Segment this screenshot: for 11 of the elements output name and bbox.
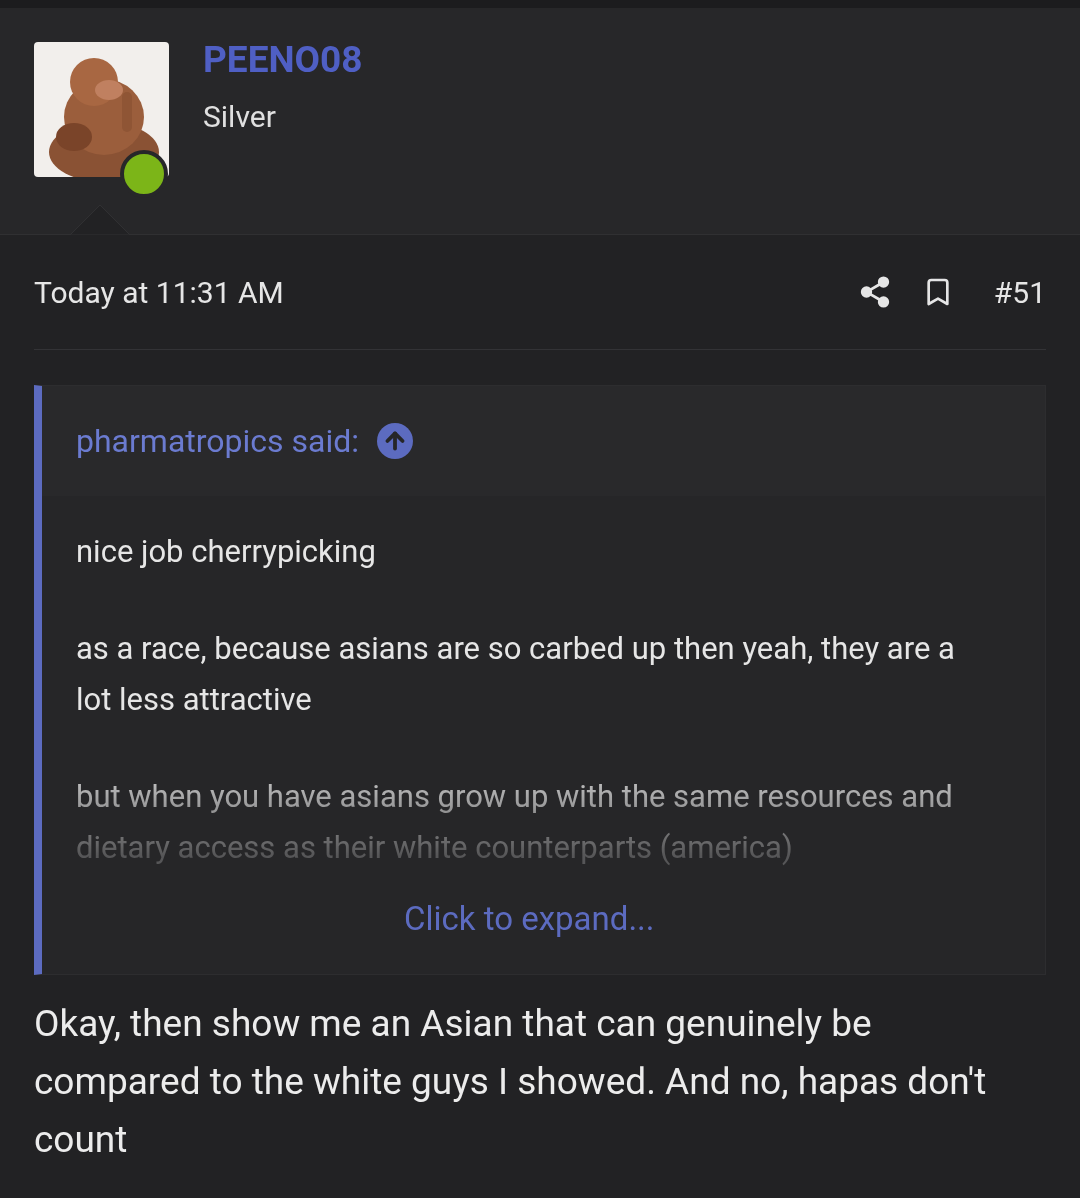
post-number-link[interactable]: #51 (993, 269, 1046, 315)
quote-paragraph: as a race, because asians are so carbed up then yeah, they are a lot less attractive (76, 629, 956, 720)
jump-to-quote-icon[interactable] (377, 423, 413, 459)
quote-attribution-link[interactable]: pharmatropics said: (76, 417, 359, 465)
post-body: Okay, then show me an Asian that can genuinely be compared to the white guys I showed. And no, hapas don't count (34, 1001, 988, 1163)
username-link[interactable]: PEENO08 (203, 34, 363, 86)
expand-link[interactable]: Click to expand... (404, 894, 655, 944)
user-rank: Silver (203, 98, 277, 136)
quote-paragraph: but when you have asians grow up with the same resources and dietary access as their white counterparts (america) (76, 777, 954, 868)
post-time[interactable]: Today at 11:31 AM (34, 269, 858, 315)
quote-paragraph: nice job cherrypicking (76, 532, 377, 572)
